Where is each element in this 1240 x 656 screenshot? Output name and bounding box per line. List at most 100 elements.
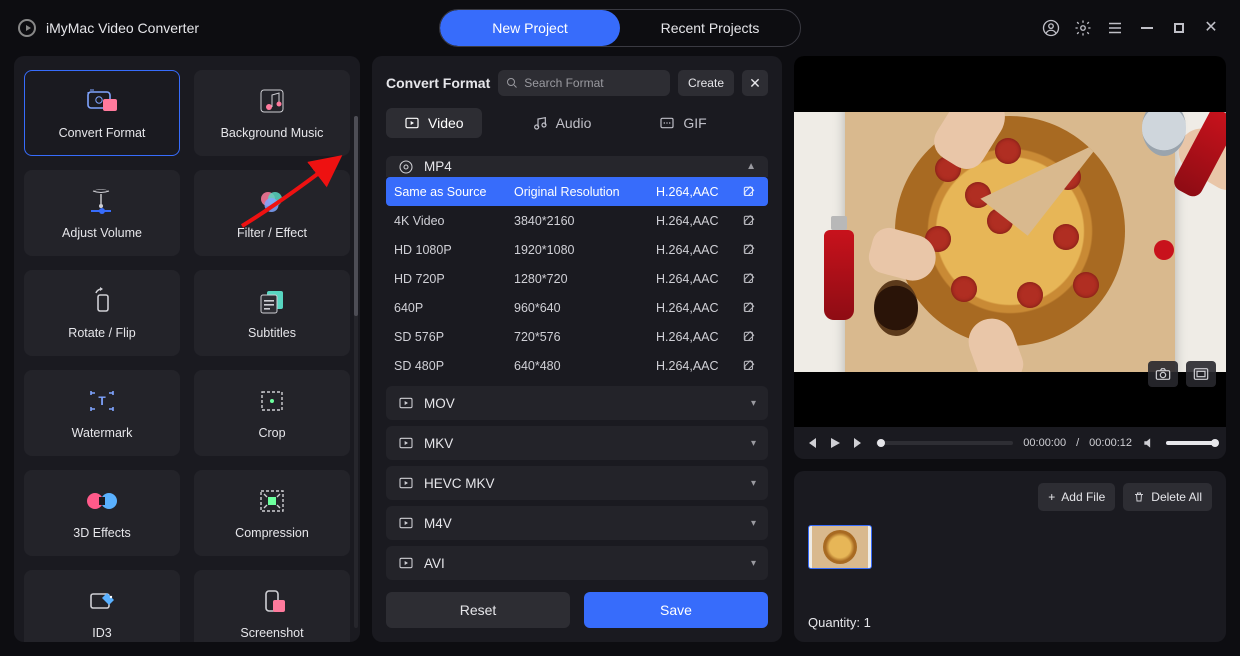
tool-id3[interactable]: ID3 xyxy=(24,570,180,642)
format-group-m4v[interactable]: M4V▾ xyxy=(386,506,768,540)
new-project-label: New Project xyxy=(492,20,567,36)
tool-background-music[interactable]: Background Music xyxy=(194,70,350,156)
format-group-avi[interactable]: AVI ▾ xyxy=(386,546,768,580)
chevron-down-icon: ▾ xyxy=(751,478,756,489)
tool-3d-effects[interactable]: 3D Effects xyxy=(24,470,180,556)
window-maximize-button[interactable] xyxy=(1170,19,1188,37)
preset-codec: H.264,AAC xyxy=(656,243,742,257)
format-group-mp4[interactable]: MP4 ▲ xyxy=(386,156,768,177)
preset-row[interactable]: HD 720P1280*720H.264,AAC xyxy=(386,264,768,293)
search-icon xyxy=(506,77,518,89)
preset-row[interactable]: 640P960*640H.264,AAC xyxy=(386,293,768,322)
chevron-down-icon: ▾ xyxy=(751,558,756,569)
close-panel-button[interactable]: ✕ xyxy=(742,70,768,96)
edit-icon[interactable] xyxy=(742,185,756,199)
capture-frame-button[interactable] xyxy=(1148,361,1178,387)
window-minimize-button[interactable] xyxy=(1138,19,1156,37)
preset-row[interactable]: 4K Video3840*2160H.264,AAC xyxy=(386,206,768,235)
window-close-button[interactable]: ✕ xyxy=(1202,19,1220,37)
format-tab-audio[interactable]: Audio xyxy=(514,108,610,138)
format-tab-video[interactable]: Video xyxy=(386,108,482,138)
edit-icon[interactable] xyxy=(742,301,756,315)
container-icon xyxy=(398,475,414,491)
volume-icon xyxy=(85,186,119,216)
preset-resolution: 1920*1080 xyxy=(514,243,656,257)
save-button[interactable]: Save xyxy=(584,592,768,628)
tool-label: Watermark xyxy=(72,426,133,440)
tools-sidebar: Convert FormatBackground Music Adjust Vol… xyxy=(14,56,360,642)
gif-icon xyxy=(659,115,675,131)
tool-subtitles[interactable]: Subtitles xyxy=(194,270,350,356)
reset-button[interactable]: Reset xyxy=(386,592,570,628)
mute-button[interactable] xyxy=(1142,436,1156,450)
chevron-up-icon: ▲ xyxy=(746,161,756,172)
format-tab-gif[interactable]: GIF xyxy=(641,108,724,138)
close-icon: ✕ xyxy=(749,75,761,92)
format-tab-label: GIF xyxy=(683,115,706,131)
preset-row[interactable]: HD 1080P1920*1080H.264,AAC xyxy=(386,235,768,264)
tool-crop[interactable]: Crop xyxy=(194,370,350,456)
convert-icon xyxy=(85,86,119,116)
tool-rotate-flip[interactable]: Rotate / Flip xyxy=(24,270,180,356)
tool-adjust-volume[interactable]: Adjust Volume xyxy=(24,170,180,256)
chevron-down-icon: ▾ xyxy=(751,438,756,449)
file-thumbnail[interactable] xyxy=(808,525,872,569)
preset-name: HD 720P xyxy=(394,272,514,286)
format-group-hevc-mkv[interactable]: HEVC MKV▾ xyxy=(386,466,768,500)
video-preview[interactable] xyxy=(794,56,1226,427)
new-project-tab[interactable]: New Project xyxy=(440,10,620,46)
next-frame-button[interactable] xyxy=(852,436,866,450)
fullscreen-button[interactable] xyxy=(1186,361,1216,387)
preset-resolution: 960*640 xyxy=(514,301,656,315)
tool-filter-effect[interactable]: Filter / Effect xyxy=(194,170,350,256)
preset-resolution: 640*480 xyxy=(514,359,656,373)
preset-resolution: 720*576 xyxy=(514,330,656,344)
watermark-icon: T xyxy=(85,386,119,416)
edit-icon[interactable] xyxy=(742,359,756,373)
add-file-button[interactable]: + Add File xyxy=(1038,483,1115,511)
tool-label: Adjust Volume xyxy=(62,226,142,240)
delete-all-label: Delete All xyxy=(1151,490,1202,504)
tool-label: Rotate / Flip xyxy=(68,326,135,340)
search-format-input[interactable]: Search Format xyxy=(498,70,670,96)
format-group-mp4-label: MP4 xyxy=(424,159,452,174)
format-group-mov[interactable]: MOV▾ xyxy=(386,386,768,420)
edit-icon[interactable] xyxy=(742,243,756,257)
tool-convert-format[interactable]: Convert Format xyxy=(24,70,180,156)
tool-label: Filter / Effect xyxy=(237,226,307,240)
sidebar-scrollbar-thumb[interactable] xyxy=(354,116,358,316)
app-title: iMyMac Video Converter xyxy=(8,19,199,37)
seek-bar[interactable] xyxy=(876,441,1013,445)
play-button[interactable] xyxy=(828,436,842,450)
filter-icon xyxy=(255,186,289,216)
volume-slider[interactable] xyxy=(1166,441,1216,445)
preset-resolution: Original Resolution xyxy=(514,185,656,199)
tool-screenshot[interactable]: Screenshot xyxy=(194,570,350,642)
tool-label: Crop xyxy=(258,426,285,440)
settings-icon[interactable] xyxy=(1074,19,1092,37)
tool-watermark[interactable]: T Watermark xyxy=(24,370,180,456)
format-group-label: M4V xyxy=(424,516,452,531)
compress-icon xyxy=(255,486,289,516)
player-controls: 00:00:00 / 00:00:12 xyxy=(794,427,1226,459)
recent-projects-tab[interactable]: Recent Projects xyxy=(620,10,800,46)
edit-icon[interactable] xyxy=(742,330,756,344)
preset-name: HD 1080P xyxy=(394,243,514,257)
preset-row[interactable]: Same as SourceOriginal ResolutionH.264,A… xyxy=(386,177,768,206)
preset-name: Same as Source xyxy=(394,185,514,199)
preset-row[interactable]: SD 480P640*480H.264,AAC xyxy=(386,351,768,380)
edit-icon[interactable] xyxy=(742,272,756,286)
preset-row[interactable]: SD 576P720*576H.264,AAC xyxy=(386,322,768,351)
create-format-button[interactable]: Create xyxy=(678,70,734,96)
tool-label: Screenshot xyxy=(240,626,303,640)
format-group-label: AVI xyxy=(424,556,445,571)
format-group-mkv[interactable]: MKV▾ xyxy=(386,426,768,460)
time-separator: / xyxy=(1076,437,1079,449)
menu-icon[interactable] xyxy=(1106,19,1124,37)
delete-all-button[interactable]: Delete All xyxy=(1123,483,1212,511)
id3-icon xyxy=(85,586,119,616)
prev-frame-button[interactable] xyxy=(804,436,818,450)
tool-compression[interactable]: Compression xyxy=(194,470,350,556)
edit-icon[interactable] xyxy=(742,214,756,228)
account-icon[interactable] xyxy=(1042,19,1060,37)
